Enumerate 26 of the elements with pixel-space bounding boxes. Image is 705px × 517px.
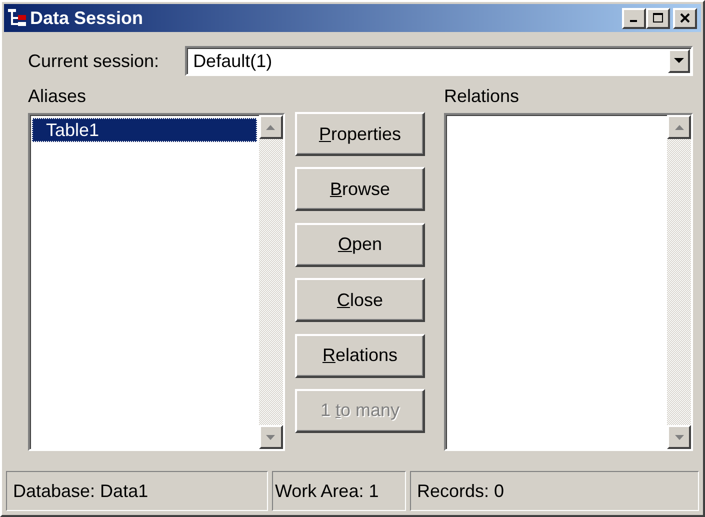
alias-item[interactable]: Table1 <box>32 118 257 142</box>
close-icon[interactable] <box>680 13 690 23</box>
action-button[interactable]: Browse <box>294 167 425 212</box>
action-button[interactable]: Open <box>294 222 425 267</box>
status-panel: Work Area: 1 <box>272 471 406 511</box>
scroll-down-icon[interactable] <box>258 425 283 449</box>
window-title: Data Session <box>30 8 144 28</box>
session-dropdown[interactable]: Default(1) <box>185 46 693 76</box>
close-button[interactable] <box>673 8 697 28</box>
aliases-label: Aliases <box>28 86 88 107</box>
status-panel: Records: 0 <box>410 471 699 511</box>
action-button[interactable]: Relations <box>294 334 425 378</box>
scroll-up-icon[interactable] <box>258 115 283 139</box>
relations-label: Relations <box>444 86 520 107</box>
tree-icon <box>7 8 27 28</box>
action-button[interactable]: Properties <box>294 112 425 156</box>
scroll-up-icon[interactable] <box>667 115 691 139</box>
action-button[interactable]: Close <box>294 278 425 322</box>
scroll-down-icon[interactable] <box>667 425 691 449</box>
maximize-button[interactable] <box>646 8 670 28</box>
session-label: Current session: <box>28 50 160 72</box>
scrollbar[interactable] <box>258 115 283 449</box>
status-panel: Database: Data1 <box>6 471 268 511</box>
minimize-button[interactable] <box>622 8 646 28</box>
scrollbar[interactable] <box>667 115 691 449</box>
maximize-icon[interactable] <box>652 13 664 23</box>
